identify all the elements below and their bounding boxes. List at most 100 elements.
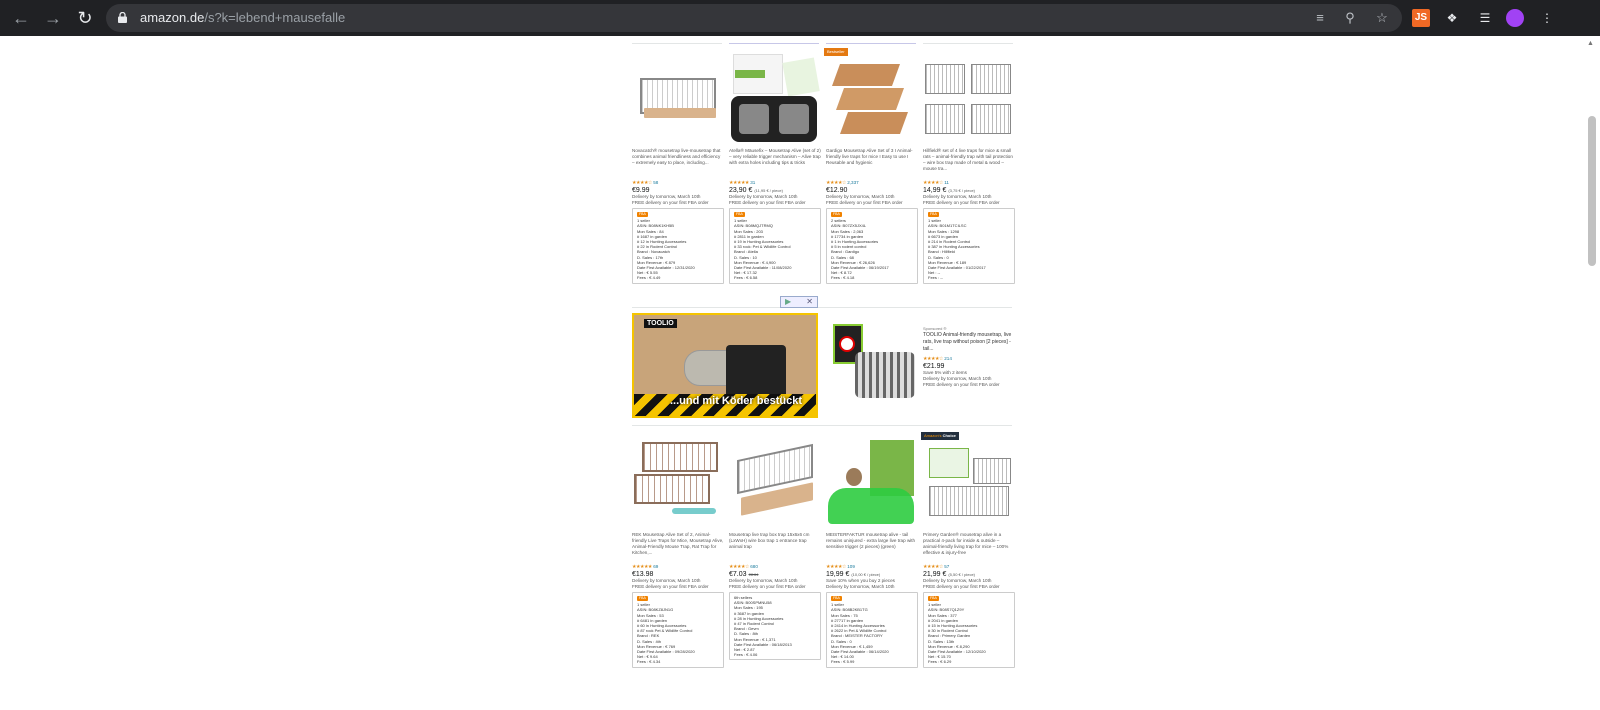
seller-stats-panel: FBA 1 seller ASIN: B01M1TCILSC Mon Sales :… xyxy=(923,208,1015,284)
seller-stats-panel: FBA 2 sellers ASIN: B07ZX5JX4L Mon Sales :… xyxy=(826,208,918,284)
delivery-note: FREE delivery on your first FBA order xyxy=(729,584,806,589)
rating-stars[interactable]: ★★★★★ xyxy=(729,180,749,186)
rating-stars[interactable]: ★★★★☆ xyxy=(923,180,943,186)
seller-stats-panel: FBA 1 seller ASIN: B08NK1KH5B Mon Sales : … xyxy=(632,208,724,284)
seller-stats-panel: FBA 1 seller ASIN: B08KZ8JN1G Mon Sales : … xyxy=(632,592,724,668)
rating-stars[interactable]: ★★★★☆ xyxy=(923,356,943,362)
forward-icon[interactable]: → xyxy=(42,7,64,29)
bookmark-star-icon[interactable]: ☆ xyxy=(1374,10,1390,26)
stats-badge: FBA xyxy=(928,596,939,602)
sponsored-video[interactable]: TOOLIO ...und mit Köder bestückt xyxy=(632,313,818,418)
product-title[interactable]: Hillfield® set of 4 live traps for mice … xyxy=(923,148,1015,180)
video-caption: ...und mit Köder bestückt xyxy=(669,395,802,407)
rating-stars[interactable]: ★★★★☆ xyxy=(826,564,846,570)
stats-badge: FBA xyxy=(831,596,842,602)
divider xyxy=(729,43,819,44)
close-ad-icon[interactable]: ✕ xyxy=(806,297,813,306)
product-card[interactable]: Amazon's Choice Primery Garden® mousetra… xyxy=(921,432,1015,668)
video-brand-logo: TOOLIO xyxy=(644,319,677,328)
rating-stars[interactable]: ★★★★☆ xyxy=(923,564,943,570)
product-title[interactable]: MEISTERFAKTUR mousetrap alive - tail rem… xyxy=(826,532,918,564)
product-title[interactable]: Novacatch® mousetrap live-mousetrap that… xyxy=(632,148,724,180)
review-count[interactable]: 31 xyxy=(750,180,755,185)
translate-icon[interactable]: ≡ xyxy=(1312,10,1328,26)
browser-toolbar: ← → ↻ amazon.de/s?k=lebend+mausefalle ≡ … xyxy=(0,0,1600,36)
product-card[interactable]: Novacatch® mousetrap live-mousetrap that… xyxy=(632,54,724,284)
product-card[interactable]: Mousetrap live trap box trap 15x6x6 cm (… xyxy=(729,438,821,661)
review-count[interactable]: 2,337 xyxy=(847,180,859,185)
review-count[interactable]: 58 xyxy=(653,180,658,185)
reload-icon[interactable]: ↻ xyxy=(74,7,96,29)
product-title[interactable]: Primery Garden® mousetrap alive in a pra… xyxy=(923,532,1015,564)
amazons-choice-badge: Amazon's Choice xyxy=(921,432,959,440)
sponsored-product[interactable]: Sponsored ® TOOLIO Animal-friendly mouse… xyxy=(923,326,1015,388)
lock-icon xyxy=(118,12,127,23)
delivery-note: FREE delivery on your first FBA order xyxy=(632,584,709,589)
review-count[interactable]: 214 xyxy=(944,356,952,361)
divider xyxy=(632,425,1012,426)
back-icon[interactable]: ← xyxy=(10,7,32,29)
delivery-note: FREE delivery on your first FBA order xyxy=(729,200,806,205)
menu-dots-icon[interactable]: ⋮ xyxy=(1538,9,1556,27)
rating-stars[interactable]: ★★★★☆ xyxy=(826,180,846,186)
seller-stats-panel: FBA 1 seller ASIN: B08S7Q1Z9Y Mon Sales : … xyxy=(923,592,1015,668)
product-card[interactable]: Bestseller Gardigo Mousetrap Alive Set o… xyxy=(824,48,918,284)
product-image[interactable]: Bestseller xyxy=(824,48,918,144)
scroll-up-arrow-icon[interactable]: ▲ xyxy=(1587,40,1594,47)
review-count[interactable]: 11 xyxy=(944,180,949,185)
profile-avatar[interactable] xyxy=(1506,9,1524,27)
product-card[interactable]: Atella® Mäusefix – Mousetrap Alive (set … xyxy=(729,54,821,284)
delivery-note: FREE delivery on your first FBA order xyxy=(826,200,903,205)
divider xyxy=(826,43,916,44)
play-icon[interactable]: ▶ xyxy=(785,297,791,306)
divider xyxy=(632,307,1012,308)
ad-feedback-controls[interactable]: ▶ ✕ xyxy=(780,296,818,308)
product-title[interactable]: Atella® Mäusefix – Mousetrap Alive (set … xyxy=(729,148,821,180)
product-image[interactable] xyxy=(632,54,724,144)
review-count[interactable]: 680 xyxy=(750,564,758,569)
sponsored-product-image[interactable] xyxy=(829,322,919,408)
rating-stars[interactable]: ★★★★☆ xyxy=(632,180,652,186)
product-image[interactable] xyxy=(632,438,724,528)
delivery-note: FREE delivery on your first FBA order xyxy=(923,382,1000,387)
stats-badge: FBA xyxy=(637,596,648,602)
product-title[interactable]: REK Mousetrap Alive Set of 2, Animal-fri… xyxy=(632,532,724,564)
divider xyxy=(632,43,722,44)
seller-stats-panel: 6th sellers ASIN: B00SPMNU58 Mon Sales : 1… xyxy=(729,592,821,661)
product-card[interactable]: MEISTERFAKTUR mousetrap alive - tail rem… xyxy=(826,438,918,668)
rating-stars[interactable]: ★★★★★ xyxy=(632,564,652,570)
product-card[interactable]: Hillfield® set of 4 live traps for mice … xyxy=(923,54,1015,284)
product-image[interactable] xyxy=(729,54,821,144)
review-count[interactable]: 109 xyxy=(847,564,855,569)
seller-stats-panel: FBA 1 seller ASIN: B08MQJTRMQ Mon Sales : … xyxy=(729,208,821,284)
scroll-thumb[interactable] xyxy=(1588,116,1596,266)
divider xyxy=(923,43,1013,44)
product-title[interactable]: Mousetrap live trap box trap 15x6x6 cm (… xyxy=(729,532,821,564)
media-control-icon[interactable]: ☰ xyxy=(1476,9,1494,27)
product-image[interactable] xyxy=(826,438,918,528)
page-scrollbar[interactable]: ▲ xyxy=(1584,36,1600,710)
product-image[interactable]: Amazon's Choice xyxy=(921,432,1015,528)
stats-badge: FBA xyxy=(928,212,939,218)
product-title[interactable]: TOOLIO Animal-friendly mousetrap, live r… xyxy=(923,332,1015,356)
product-image[interactable] xyxy=(729,438,821,528)
stats-badge: FBA xyxy=(831,212,842,218)
url-text: amazon.de/s?k=lebend+mausefalle xyxy=(140,10,346,25)
address-bar[interactable]: amazon.de/s?k=lebend+mausefalle ≡ ⚲ ☆ xyxy=(106,4,1402,32)
js-extension-icon[interactable]: JS xyxy=(1412,9,1430,27)
review-count[interactable]: 57 xyxy=(944,564,949,569)
seller-stats-panel: FBA 1 seller ASIN: B08B2KB1TG Mon Sales : … xyxy=(826,592,918,668)
extensions-puzzle-icon[interactable]: ❖ xyxy=(1443,9,1461,27)
product-title[interactable]: Gardigo Mousetrap Alive Set of 3 I Anima… xyxy=(826,148,918,180)
delivery-note: FREE delivery on your first FBA order xyxy=(923,584,1000,589)
delivery-note: FREE delivery on your first FBA order xyxy=(632,200,709,205)
review-count[interactable]: 69 xyxy=(653,564,658,569)
rating-stars[interactable]: ★★★★☆ xyxy=(729,564,749,570)
bestseller-badge: Bestseller xyxy=(824,48,848,56)
product-image[interactable] xyxy=(923,54,1015,144)
product-card[interactable]: REK Mousetrap Alive Set of 2, Animal-fri… xyxy=(632,438,724,668)
delivery-note: Delivery by tomorrow, March 10th xyxy=(826,584,895,589)
zoom-icon[interactable]: ⚲ xyxy=(1342,10,1358,26)
stats-badge: FBA xyxy=(734,212,745,218)
delivery-note: FREE delivery on your first FBA order xyxy=(923,200,1000,205)
